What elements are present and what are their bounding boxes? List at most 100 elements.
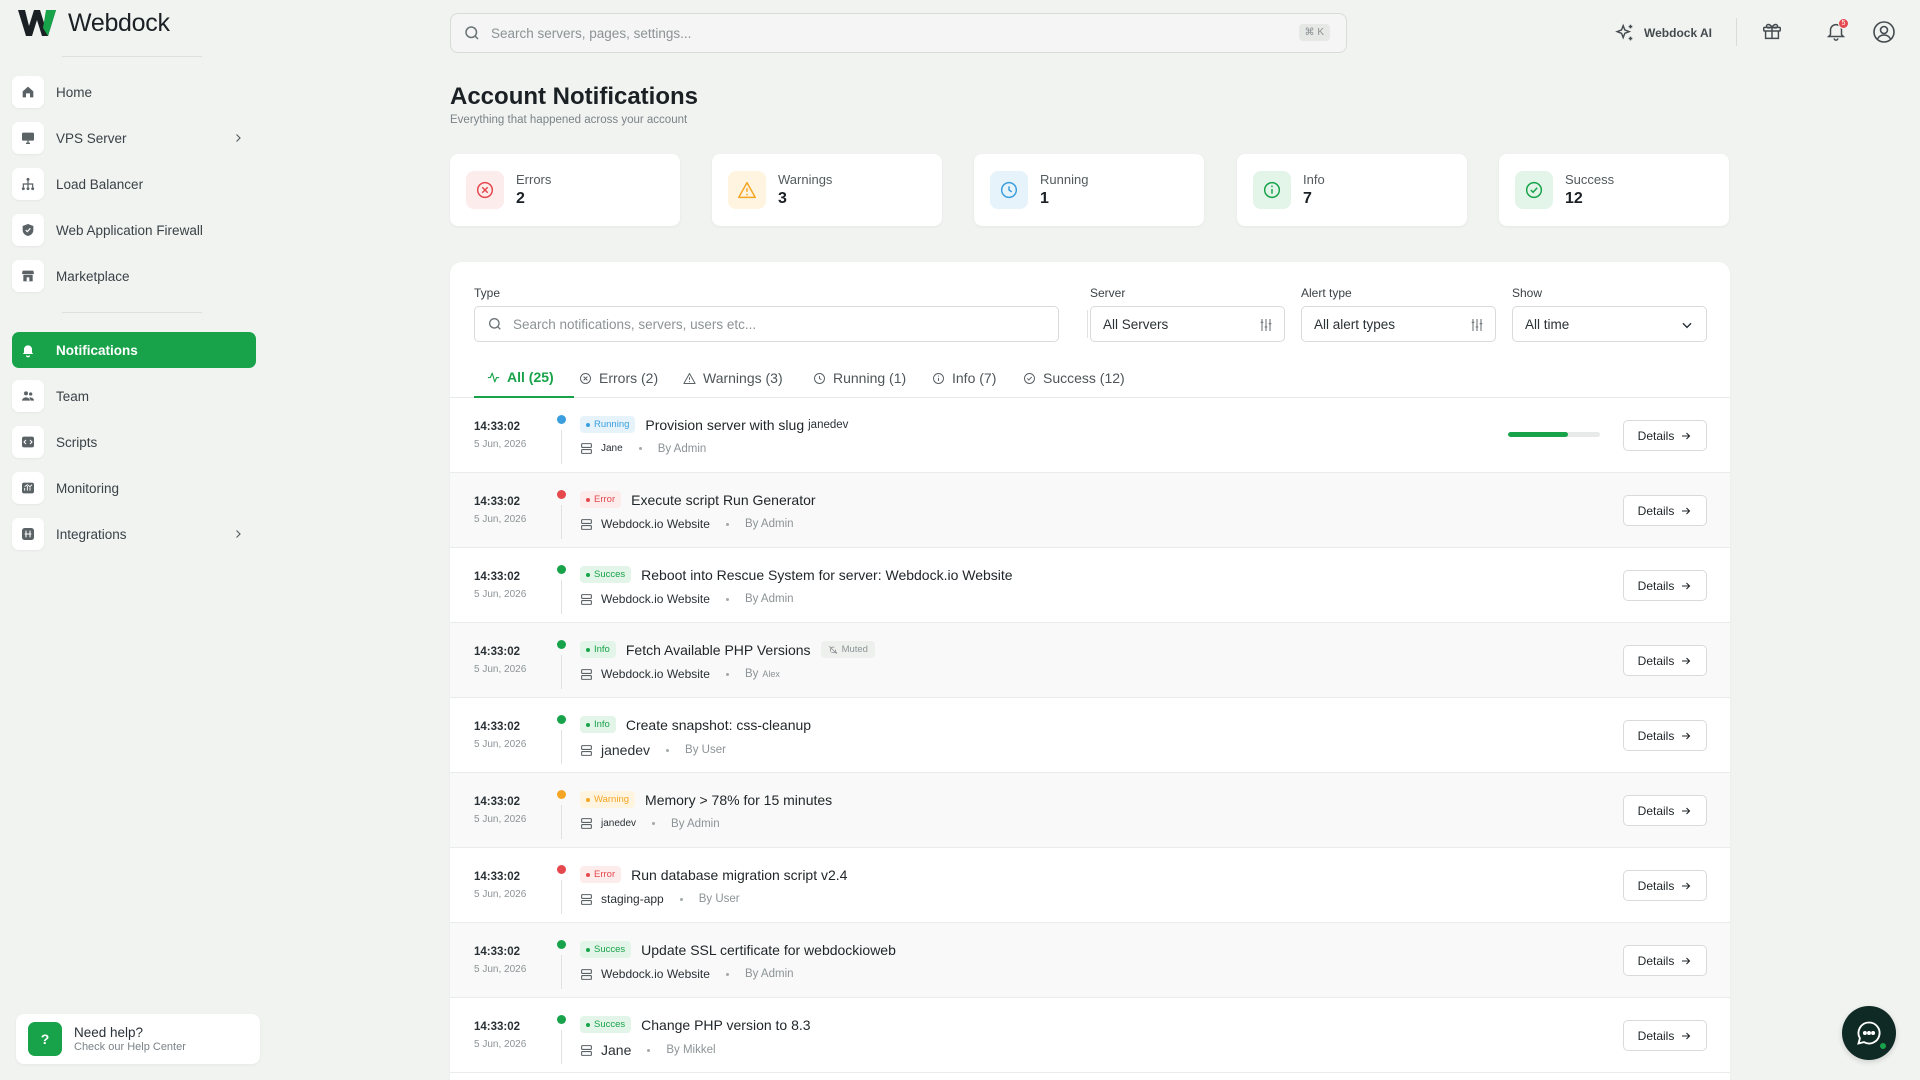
notification-server[interactable]: Webdock.io Website xyxy=(601,667,710,681)
timeline-line xyxy=(561,955,562,989)
page-subtitle: Everything that happened across your acc… xyxy=(450,114,688,126)
arrow-right-icon xyxy=(1680,580,1692,592)
search-shortcut: ⌘ K xyxy=(1298,24,1330,41)
tab-running[interactable]: Running (1) xyxy=(800,358,920,398)
details-button[interactable]: Details xyxy=(1623,570,1707,601)
home-icon xyxy=(12,76,44,108)
notification-server[interactable]: Webdock.io Website xyxy=(601,592,710,606)
status-dot xyxy=(557,640,566,649)
tab-info[interactable]: Info (7) xyxy=(919,358,1011,398)
details-button[interactable]: Details xyxy=(1623,1020,1707,1051)
server-icon xyxy=(580,668,593,681)
online-indicator xyxy=(1879,1042,1887,1050)
details-button[interactable]: Details xyxy=(1623,495,1707,526)
status-dot xyxy=(557,865,566,874)
notification-author-name: Alex xyxy=(762,669,780,679)
notifications-button[interactable]: 5 xyxy=(1825,18,1849,42)
status-dot xyxy=(557,1015,566,1024)
global-search-input[interactable]: Search servers, pages, settings... ⌘ K xyxy=(450,13,1347,53)
server-filter-select[interactable]: All Servers xyxy=(1090,306,1285,342)
check-circle-icon xyxy=(1022,371,1037,386)
tab-all[interactable]: All (25) xyxy=(474,358,574,398)
details-button[interactable]: Details xyxy=(1623,945,1707,976)
notification-server[interactable]: Jane xyxy=(601,443,623,454)
notification-row[interactable]: 14:33:02 5 Jun, 2026 Error Run database mig… xyxy=(450,848,1730,923)
notification-server[interactable]: janedev xyxy=(601,818,636,829)
tab-errors[interactable]: Errors (2) xyxy=(566,358,670,398)
server-filter-value: All Servers xyxy=(1103,316,1169,332)
activity-icon xyxy=(486,370,501,385)
status-badge: Succes xyxy=(580,566,632,583)
stat-card-running[interactable]: Running 1 xyxy=(974,154,1204,226)
tab-warnings[interactable]: Warnings (3) xyxy=(670,358,800,398)
show-filter-select[interactable]: All time xyxy=(1512,306,1707,342)
notification-server[interactable]: janedev xyxy=(601,742,650,758)
sidebar-divider xyxy=(62,312,202,313)
help-card[interactable]: ? Need help? Check our Help Center xyxy=(16,1014,260,1064)
webdock-logo-icon xyxy=(18,10,56,36)
details-button[interactable]: Details xyxy=(1623,870,1707,901)
notification-row[interactable]: 14:33:02 5 Jun, 2026 Warning Memory > 78% f… xyxy=(450,773,1730,848)
details-button[interactable]: Details xyxy=(1623,720,1707,751)
stat-card-info[interactable]: Info 7 xyxy=(1237,154,1467,226)
status-badge: Running xyxy=(580,416,636,433)
timeline-line xyxy=(561,1030,562,1064)
sidebar-item-monitoring[interactable]: Monitoring xyxy=(12,470,256,506)
sidebar-item-vps-server[interactable]: VPS Server xyxy=(12,120,256,156)
details-button[interactable]: Details xyxy=(1623,795,1707,826)
notification-author: By Admin xyxy=(744,518,794,530)
details-label: Details xyxy=(1637,878,1675,893)
stat-value: 1 xyxy=(1040,190,1049,207)
notification-time: 14:33:02 xyxy=(474,796,521,808)
status-badge: Succes xyxy=(580,941,632,958)
type-filter-input[interactable]: Search notifications, servers, users etc… xyxy=(474,306,1059,342)
notification-row[interactable]: 14:33:02 5 Jun, 2026 Succes Change PHP vers… xyxy=(450,998,1730,1073)
notification-server[interactable]: staging-app xyxy=(601,892,664,906)
clock-icon xyxy=(990,171,1028,209)
chat-button[interactable] xyxy=(1842,1006,1896,1060)
notification-row[interactable]: 14:33:02 5 Jun, 2026 Succes Reboot into Res… xyxy=(450,548,1730,623)
notification-title: Memory > 78% for 15 minutes xyxy=(645,791,833,808)
sidebar-item-home[interactable]: Home xyxy=(12,74,256,110)
notification-server[interactable]: Jane xyxy=(601,1042,631,1058)
sidebar-item-label: Notifications xyxy=(56,342,138,358)
notification-row[interactable]: 14:33:02 5 Jun, 2026 Info Create snapshot: … xyxy=(450,698,1730,773)
notification-time: 14:33:02 xyxy=(474,421,521,433)
logo[interactable]: Webdock xyxy=(16,8,170,38)
stat-card-warnings[interactable]: Warnings 3 xyxy=(712,154,942,226)
sidebar-item-notifications[interactable]: Notifications xyxy=(12,332,256,368)
integrations-icon xyxy=(12,518,44,550)
account-button[interactable] xyxy=(1872,20,1896,44)
details-button[interactable]: Details xyxy=(1623,420,1707,451)
webdock-ai-button[interactable]: Webdock AI xyxy=(1614,22,1712,44)
tab-success[interactable]: Success (12) xyxy=(1010,358,1136,398)
notification-server[interactable]: Webdock.io Website xyxy=(601,517,710,531)
notification-author: By Admin xyxy=(744,593,794,605)
sidebar-item-team[interactable]: Team xyxy=(12,378,256,414)
notification-row[interactable]: 14:33:02 5 Jun, 2026 Error Execute script R… xyxy=(450,473,1730,548)
sidebar-item-marketplace[interactable]: Marketplace xyxy=(12,258,256,294)
stat-card-success[interactable]: Success 12 xyxy=(1499,154,1729,226)
notification-server[interactable]: Webdock.io Website xyxy=(601,967,710,981)
search-icon xyxy=(489,318,501,330)
alert-type-filter-select[interactable]: All alert types xyxy=(1301,306,1496,342)
sidebar-item-scripts[interactable]: Scripts xyxy=(12,424,256,460)
sidebar-item-load-balancer[interactable]: Load Balancer xyxy=(12,166,256,202)
notification-title: Change PHP version to 8.3 xyxy=(641,1016,811,1033)
server-icon xyxy=(580,518,593,531)
gift-button[interactable] xyxy=(1761,20,1783,42)
notification-row[interactable]: 14:33:02 5 Jun, 2026 Info Fetch Available P… xyxy=(450,623,1730,698)
server-icon xyxy=(580,442,593,455)
server-icon xyxy=(580,744,593,757)
notification-date: 5 Jun, 2026 xyxy=(474,589,527,600)
sidebar-item-integrations[interactable]: Integrations xyxy=(12,516,256,552)
x-circle-icon xyxy=(578,371,593,386)
arrow-right-icon xyxy=(1680,805,1692,817)
sidebar: Webdock Home VPS Server Load Balancer Web A… xyxy=(0,0,262,1080)
stat-card-errors[interactable]: Errors 2 xyxy=(450,154,680,226)
sidebar-item-web-application-firewall[interactable]: Web Application Firewall xyxy=(12,212,256,248)
notification-row[interactable]: 14:33:02 5 Jun, 2026 Succes Update SSL cert… xyxy=(450,923,1730,998)
notification-row[interactable]: 14:33:02 5 Jun, 2026 Running Provision serv… xyxy=(450,398,1730,473)
warning-icon xyxy=(728,171,766,209)
details-button[interactable]: Details xyxy=(1623,645,1707,676)
